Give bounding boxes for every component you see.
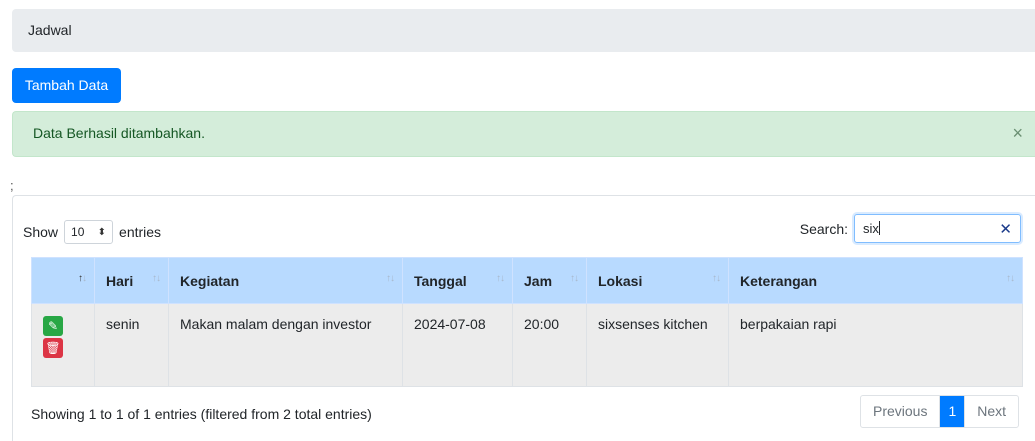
search-input[interactable]: six ✕: [854, 214, 1021, 243]
page-length-select[interactable]: 10 ⬍: [64, 220, 114, 244]
schedule-table: ↑↓ Hari ↑↓ Kegiatan ↑↓ Tanggal ↑↓ Jam ↑↓ Lok…: [31, 257, 1023, 387]
cell-jam: 20:00: [512, 303, 587, 387]
close-icon[interactable]: ×: [1012, 124, 1023, 142]
page-length-value: 10: [71, 225, 85, 239]
sort-icon: ↑↓: [712, 273, 721, 284]
sort-icon: ↑↓: [386, 273, 395, 284]
text-caret: [878, 221, 880, 235]
sort-icon: ↑↓: [1006, 273, 1015, 284]
search-label: Search:: [799, 220, 848, 237]
select-arrows-icon: ⬍: [97, 226, 107, 238]
length-control: Show 10 ⬍ entries: [23, 220, 161, 244]
breadcrumb: Jadwal: [12, 9, 1035, 52]
column-header-action[interactable]: ↑↓: [31, 257, 95, 304]
edit-icon[interactable]: ✎: [43, 316, 63, 336]
table-info: Showing 1 to 1 of 1 entries (filtered fr…: [31, 406, 372, 422]
table-header-row: ↑↓ Hari ↑↓ Kegiatan ↑↓ Tanggal ↑↓ Jam ↑↓ Lok…: [31, 257, 1023, 304]
cell-hari: senin: [94, 303, 169, 387]
pagination: Previous 1 Next: [860, 395, 1020, 428]
sort-icon: ↑↓: [496, 273, 505, 284]
delete-icon[interactable]: 🗑︎: [43, 338, 63, 358]
alert-message: Data Berhasil ditambahkan.: [33, 125, 205, 141]
page-1-button[interactable]: 1: [940, 396, 965, 427]
add-data-button[interactable]: Tambah Data: [12, 68, 121, 103]
stray-text: ;: [10, 178, 14, 193]
column-header-lokasi[interactable]: Lokasi ↑↓: [586, 257, 729, 304]
column-header-keterangan[interactable]: Keterangan ↑↓: [728, 257, 1023, 304]
search-control: Search: six ✕: [800, 214, 1021, 243]
cell-keterangan: berpakaian rapi: [728, 303, 1023, 387]
cell-kegiatan: Makan malam dengan investor: [168, 303, 403, 387]
sort-icon: ↑↓: [570, 273, 579, 284]
success-alert: Data Berhasil ditambahkan. ×: [12, 111, 1035, 157]
sort-icon: ↑↓: [78, 273, 87, 284]
show-label: Show: [23, 224, 59, 240]
table-row: ✎ 🗑︎ senin Makan malam dengan investor 2…: [31, 303, 1023, 387]
search-value: six: [863, 221, 879, 236]
column-header-hari[interactable]: Hari ↑↓: [94, 257, 169, 304]
cell-tanggal: 2024-07-08: [402, 303, 513, 387]
action-cell: ✎ 🗑︎: [31, 303, 95, 387]
next-page-button[interactable]: Next: [964, 396, 1018, 427]
column-header-jam[interactable]: Jam ↑↓: [512, 257, 587, 304]
column-header-tanggal[interactable]: Tanggal ↑↓: [402, 257, 513, 304]
cell-lokasi: sixsenses kitchen: [586, 303, 729, 387]
sort-icon: ↑↓: [152, 273, 161, 284]
column-header-kegiatan[interactable]: Kegiatan ↑↓: [168, 257, 403, 304]
previous-page-button[interactable]: Previous: [861, 396, 941, 427]
clear-search-icon[interactable]: ✕: [999, 220, 1012, 238]
entries-label: entries: [119, 224, 162, 240]
breadcrumb-label: Jadwal: [28, 22, 72, 38]
